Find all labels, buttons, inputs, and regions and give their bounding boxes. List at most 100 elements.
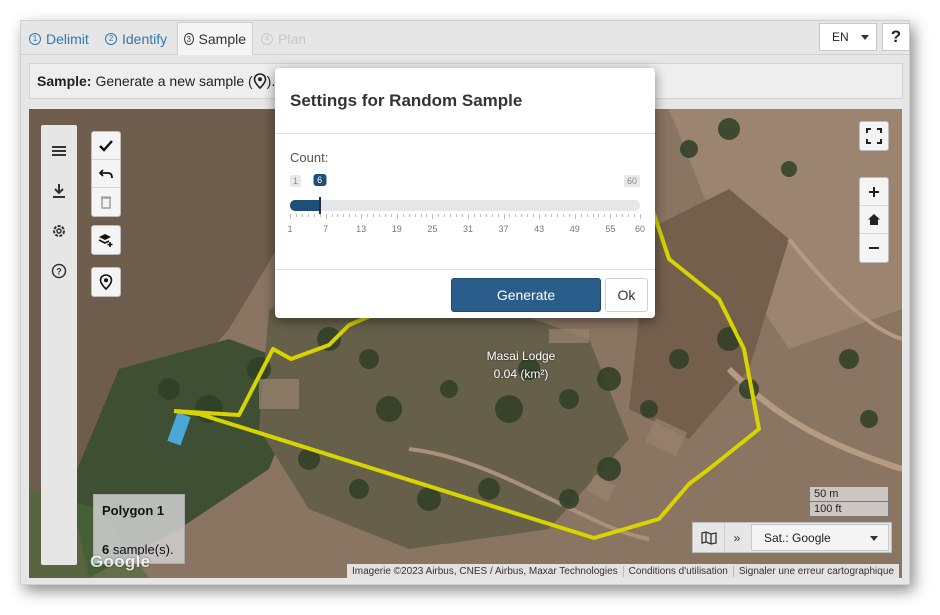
- slider-tick: [497, 214, 499, 217]
- tab-label: Sample: [198, 31, 246, 47]
- slider-tick: [616, 214, 618, 217]
- slider-tick: [456, 214, 458, 217]
- slider-tick: [432, 214, 434, 219]
- slider-tick: [479, 214, 481, 217]
- double-chevron-right-icon: »: [733, 530, 741, 545]
- slider-tick: [640, 214, 641, 219]
- map-attribution: Imagerie ©2023 Airbus, CNES / Airbus, Ma…: [347, 564, 899, 578]
- basemap-control: » Sat.: Google: [692, 522, 892, 553]
- slider-tick: [420, 214, 422, 217]
- layers-add-icon: [92, 226, 120, 254]
- slider-tick-label: 37: [498, 224, 509, 234]
- minus-icon: [869, 247, 879, 249]
- svg-text:?: ?: [56, 267, 62, 277]
- slider-tick: [444, 214, 446, 217]
- slider-tick: [592, 214, 594, 217]
- tab-bar: 1 Delimit 2 Identify 3 Sample 4 Plan EN …: [21, 21, 910, 55]
- slider-tick: [556, 214, 558, 217]
- help-button[interactable]: ?: [882, 23, 910, 51]
- slider-tick: [390, 214, 392, 217]
- slider-value-label: 6: [313, 174, 327, 186]
- slider-tick: [610, 214, 612, 219]
- gear-icon[interactable]: [49, 221, 69, 241]
- map-scale: 50 m 100 ft: [809, 487, 889, 517]
- slider-tick-label: 13: [356, 224, 367, 234]
- tab-identify[interactable]: 2 Identify: [99, 22, 173, 55]
- imagery-credit: Imagerie ©2023 Airbus, CNES / Airbus, Ma…: [347, 565, 624, 577]
- map-icon: [700, 530, 717, 545]
- fullscreen-button[interactable]: [859, 121, 889, 151]
- slider-handle[interactable]: [318, 197, 321, 214]
- home-button[interactable]: [860, 206, 888, 234]
- slider-tick: [301, 214, 303, 217]
- slider-tick: [485, 214, 487, 217]
- slider-tick-label: 43: [534, 224, 545, 234]
- map-layers-button[interactable]: [693, 523, 725, 552]
- slider-tick: [373, 214, 375, 217]
- slider-tick: [396, 214, 398, 219]
- caret-down-icon: [860, 34, 869, 40]
- basemap-select[interactable]: Sat.: Google: [751, 524, 889, 551]
- undo-button[interactable]: [92, 160, 120, 188]
- slider-tick: [337, 214, 339, 217]
- slider-tick: [361, 214, 363, 219]
- place-area: 0.04 (km²): [493, 367, 549, 381]
- slider-tick: [473, 214, 475, 217]
- slider-tick: [574, 214, 576, 219]
- terms-link[interactable]: Conditions d'utilisation: [624, 565, 734, 577]
- count-slider[interactable]: 1 60 6 1 7 13 19 25 31 37 43 49 55 60: [287, 174, 645, 234]
- slider-tick: [295, 214, 297, 217]
- delete-button[interactable]: [92, 188, 120, 216]
- slider-tick: [367, 214, 369, 217]
- slider-tick-label: 1: [287, 224, 293, 234]
- step-number-icon: 1: [29, 32, 41, 45]
- tab-label: Plan: [278, 30, 307, 47]
- ok-button[interactable]: Ok: [605, 278, 648, 312]
- confirm-button[interactable]: [92, 132, 120, 160]
- slider-tick: [462, 214, 464, 217]
- help-circle-icon[interactable]: ?: [49, 261, 69, 281]
- step-number-icon: 3: [184, 33, 194, 45]
- tab-delimit[interactable]: 1 Delimit: [23, 22, 95, 55]
- slider-tick: [349, 214, 351, 217]
- google-logo: Google: [90, 552, 151, 571]
- tab-sample[interactable]: 3 Sample: [177, 22, 253, 55]
- slider-tick: [355, 214, 357, 217]
- step-number-icon: 4: [261, 32, 273, 45]
- slider-tick: [491, 214, 493, 217]
- slider-tick-label: 55: [605, 224, 616, 234]
- generate-button[interactable]: Generate: [451, 278, 601, 312]
- step-info-title: Sample:: [37, 73, 92, 89]
- tab-plan: 4 Plan: [255, 22, 312, 55]
- slider-tick: [521, 214, 523, 217]
- dialog-title: Settings for Random Sample: [275, 68, 655, 134]
- fullscreen-icon: [866, 128, 882, 144]
- slider-tick: [568, 214, 570, 217]
- download-icon[interactable]: [49, 181, 69, 201]
- zoom-out-button[interactable]: [860, 234, 888, 262]
- slider-tick: [408, 214, 410, 217]
- scale-imperial: 100 ft: [809, 502, 889, 517]
- report-error-link[interactable]: Signaler une erreur cartographique: [734, 566, 899, 577]
- layers-add-button[interactable]: [91, 225, 121, 255]
- slider-tick-label: 31: [462, 224, 473, 234]
- tab-label: Identify: [122, 30, 168, 47]
- slider-tick: [604, 214, 606, 217]
- step-number-icon: 2: [105, 32, 117, 45]
- slider-tick: [402, 214, 404, 217]
- expand-button[interactable]: »: [725, 523, 749, 552]
- place-label: Masai Lodge 0.04 (km²): [479, 347, 563, 383]
- menu-icon[interactable]: [49, 141, 69, 161]
- slider-min-label: 1: [290, 175, 302, 187]
- step-info-text: Generate a new sample (: [95, 73, 253, 89]
- slider-tick-label: 19: [391, 224, 402, 234]
- slider-max-label: 60: [623, 175, 640, 187]
- language-select[interactable]: EN: [819, 23, 877, 51]
- sample-point-button[interactable]: [91, 267, 121, 297]
- undo-icon: [99, 168, 113, 178]
- slider-tick: [450, 214, 452, 217]
- plus-icon: [869, 186, 879, 197]
- polygon-title: Polygon 1: [102, 503, 165, 518]
- zoom-in-button[interactable]: [860, 178, 888, 206]
- slider-track[interactable]: [290, 197, 640, 214]
